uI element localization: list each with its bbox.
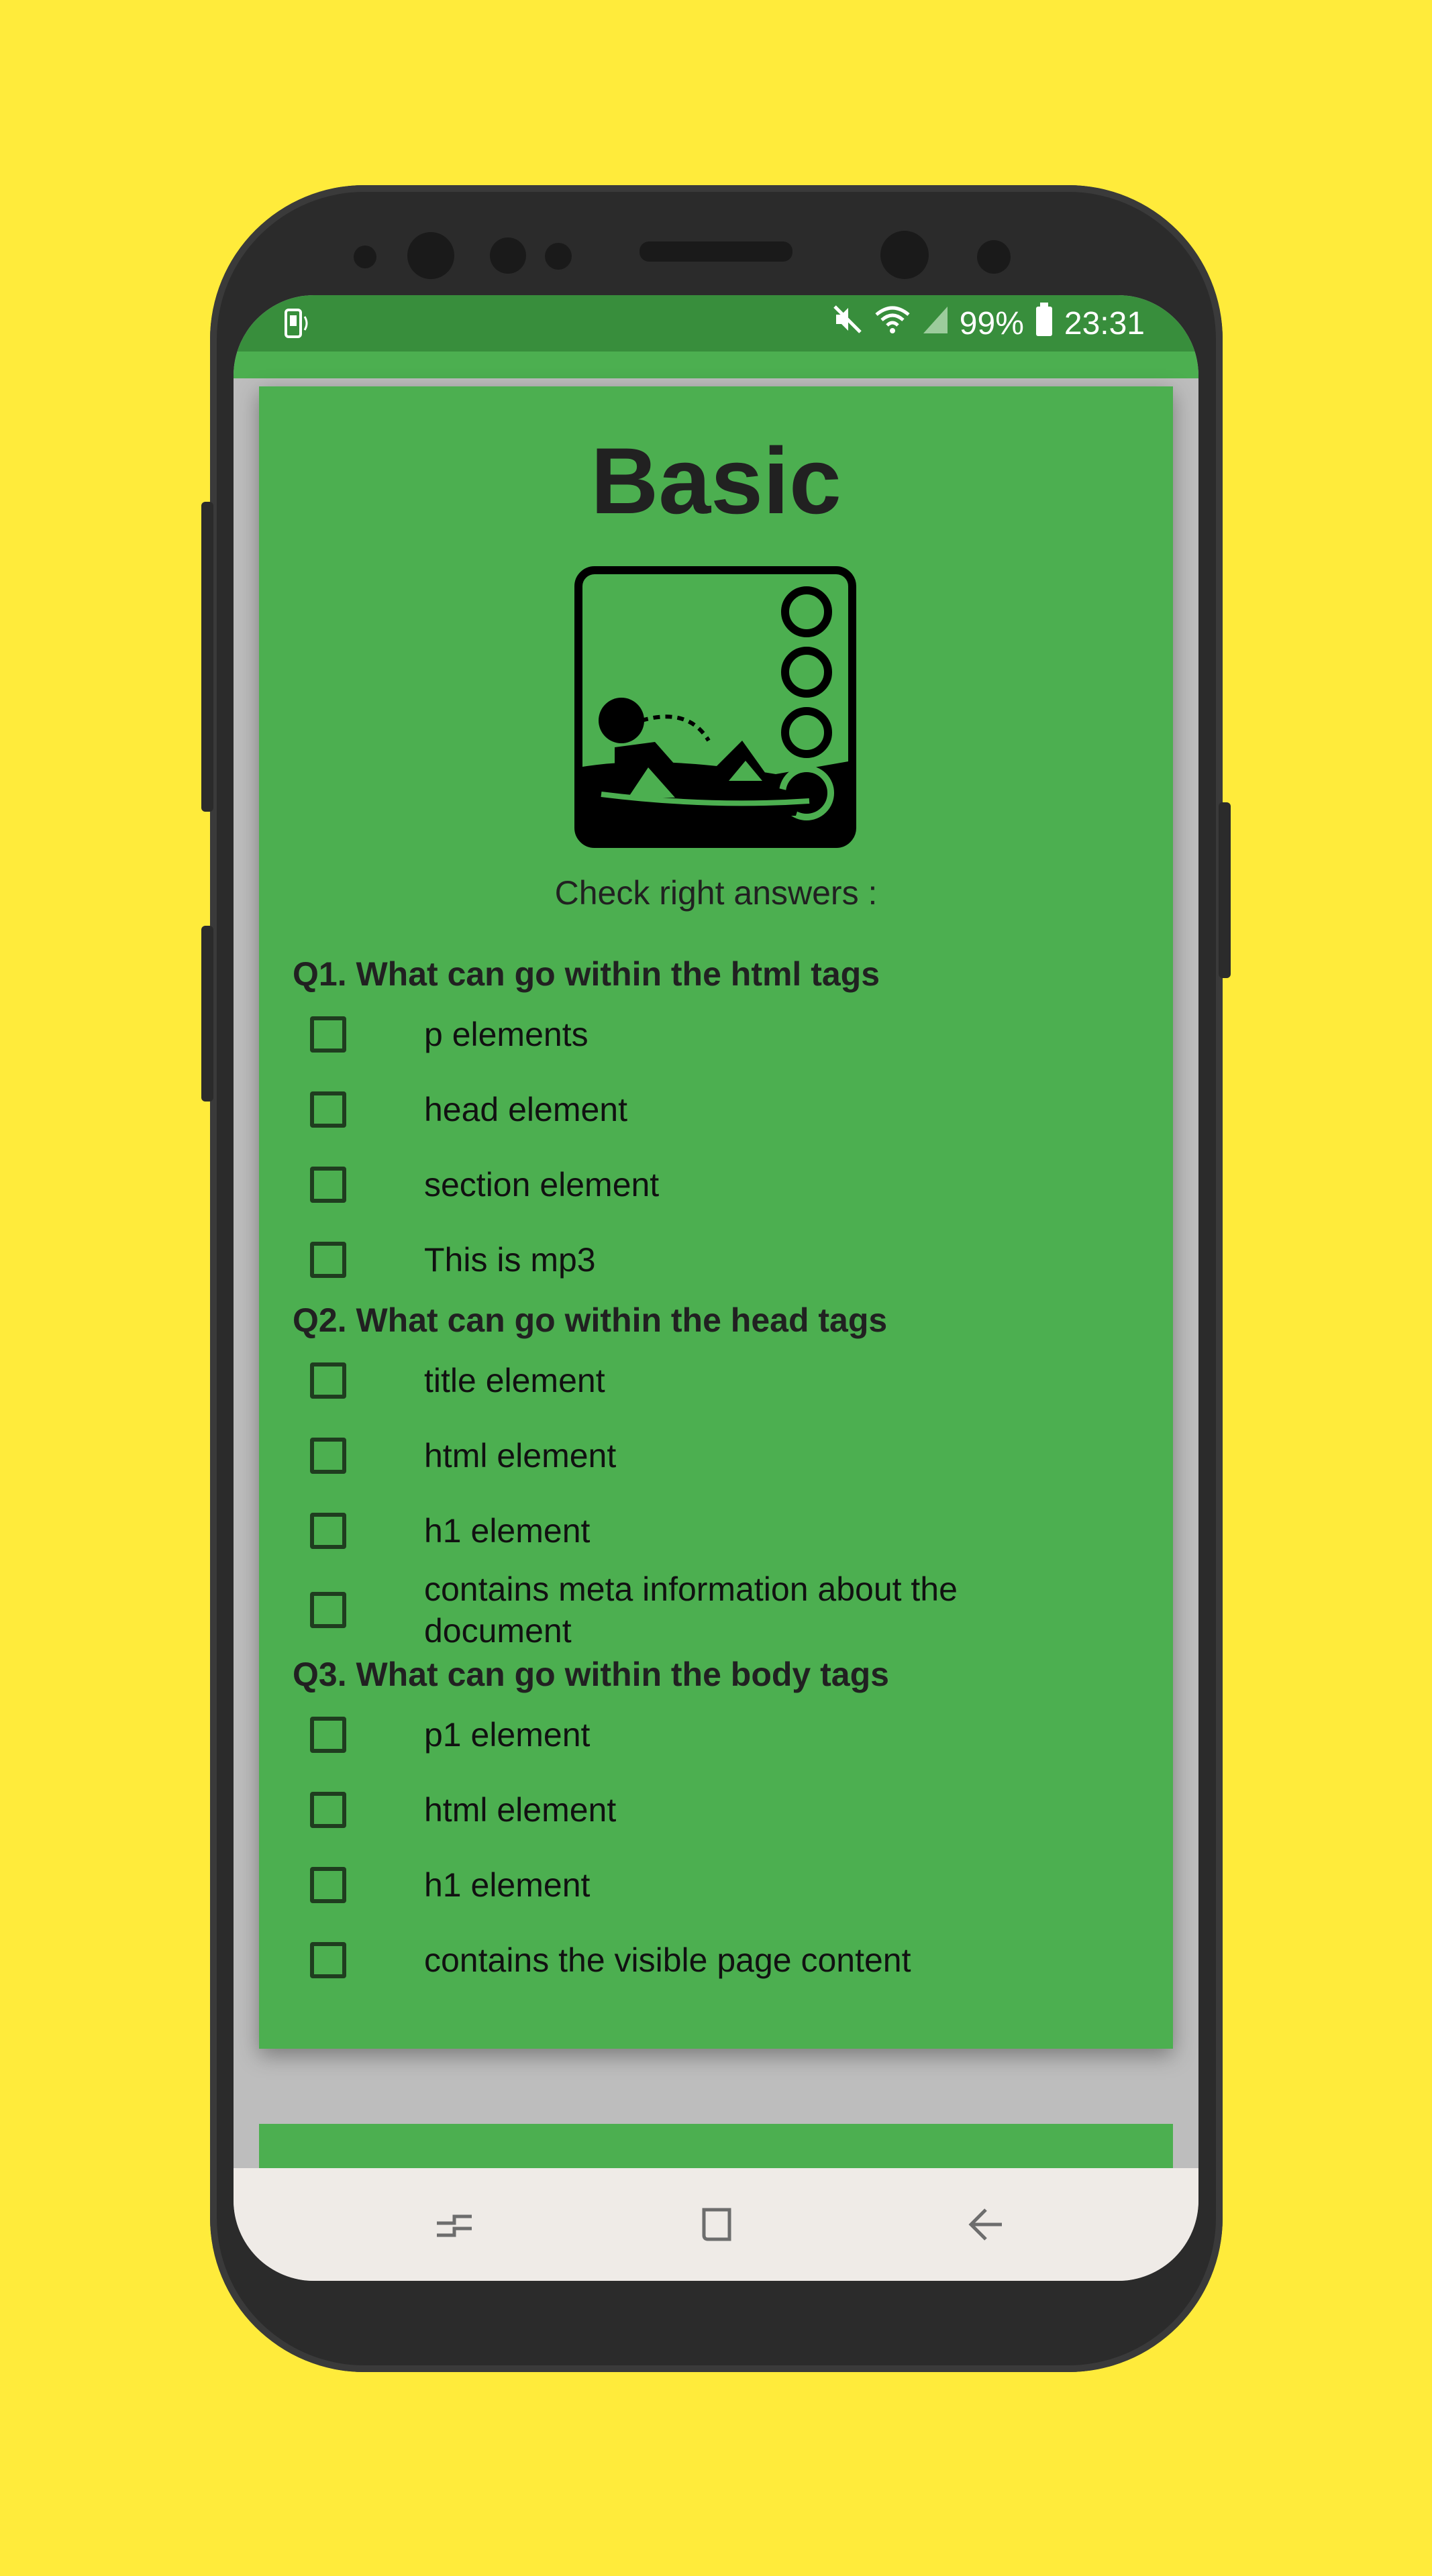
- reclining-abacus-figure-icon: [574, 566, 856, 848]
- instruction-text: Check right answers :: [554, 874, 878, 912]
- clock: 23:31: [1064, 305, 1145, 341]
- card-title: Basic: [591, 428, 841, 533]
- sensor-icon: [407, 232, 454, 279]
- answer-label: h1 element: [424, 1512, 591, 1550]
- answer-option[interactable]: h1 element: [293, 1847, 1152, 1923]
- checkbox[interactable]: [310, 1167, 346, 1203]
- checkbox[interactable]: [310, 1091, 346, 1128]
- signal-icon: [922, 304, 949, 343]
- screen: 99% 23:31 Basic Check right answers: Q1…: [234, 295, 1198, 2281]
- checkbox[interactable]: [310, 1513, 346, 1549]
- bixby-button: [201, 926, 213, 1102]
- checkbox[interactable]: [310, 1792, 346, 1828]
- checkbox[interactable]: [310, 1362, 346, 1399]
- answer-label: h1 element: [424, 1866, 591, 1904]
- question-title: Q1. What can go within the html tags: [293, 955, 880, 993]
- answer-option[interactable]: head element: [293, 1072, 1152, 1147]
- answer-option[interactable]: html element: [293, 1772, 1152, 1847]
- question-title: Q2. What can go within the head tags: [293, 1301, 888, 1339]
- home-icon[interactable]: [689, 2198, 743, 2251]
- quiz-list: Q1. What can go within the html tags p e…: [293, 951, 1152, 1998]
- front-camera-icon: [880, 231, 929, 279]
- answer-label: p elements: [424, 1016, 589, 1053]
- battery-percent: 99%: [959, 305, 1024, 341]
- back-icon[interactable]: [959, 2198, 1013, 2251]
- sensor-icon: [490, 237, 526, 274]
- earpiece-speaker: [640, 241, 792, 262]
- sensor-icon: [354, 246, 376, 268]
- checkbox[interactable]: [310, 1592, 346, 1628]
- answer-label: p1 element: [424, 1716, 591, 1754]
- answer-option[interactable]: html element: [293, 1418, 1152, 1493]
- answer-option[interactable]: p1 element: [293, 1697, 1152, 1772]
- answer-label: html element: [424, 1437, 617, 1474]
- wifi-icon: [874, 304, 911, 343]
- battery-icon: [1035, 303, 1054, 344]
- volume-up-button: [201, 502, 213, 812]
- answer-option[interactable]: contains meta information about the docu…: [293, 1568, 1152, 1652]
- app-bar: [234, 352, 1198, 378]
- answer-label: html element: [424, 1791, 617, 1829]
- power-button: [1219, 802, 1231, 978]
- phone-vibrate-icon: [280, 307, 313, 343]
- navigation-bar: [234, 2168, 1198, 2281]
- answer-label: contains meta information about the docu…: [424, 1570, 958, 1650]
- checkbox[interactable]: [310, 1942, 346, 1978]
- checkbox[interactable]: [310, 1717, 346, 1753]
- answer-label: contains the visible page content: [424, 1941, 911, 1979]
- question-title: Q3. What can go within the body tags: [293, 1656, 889, 1693]
- answer-label: head element: [424, 1091, 628, 1128]
- answer-option[interactable]: title element: [293, 1343, 1152, 1418]
- sensor-icon: [545, 243, 572, 270]
- quiz-card: Basic Check right answers : Q1. What can…: [259, 386, 1173, 2049]
- mute-icon: [832, 304, 863, 343]
- answer-option[interactable]: p elements: [293, 997, 1152, 1072]
- status-right-group: 99% 23:31: [832, 303, 1145, 343]
- answer-label: section element: [424, 1166, 660, 1203]
- checkbox[interactable]: [310, 1438, 346, 1474]
- checkbox[interactable]: [310, 1867, 346, 1903]
- answer-option[interactable]: h1 element: [293, 1493, 1152, 1568]
- answer-label: title element: [424, 1362, 605, 1399]
- answer-option[interactable]: contains the visible page content: [293, 1923, 1152, 1998]
- answer-option[interactable]: This is mp3: [293, 1222, 1152, 1297]
- answer-label: This is mp3: [424, 1241, 596, 1279]
- sensor-icon: [977, 240, 1011, 274]
- answer-option[interactable]: section element: [293, 1147, 1152, 1222]
- recents-icon[interactable]: [427, 2198, 481, 2251]
- status-bar: 99% 23:31: [234, 295, 1198, 352]
- checkbox[interactable]: [310, 1016, 346, 1053]
- checkbox[interactable]: [310, 1242, 346, 1278]
